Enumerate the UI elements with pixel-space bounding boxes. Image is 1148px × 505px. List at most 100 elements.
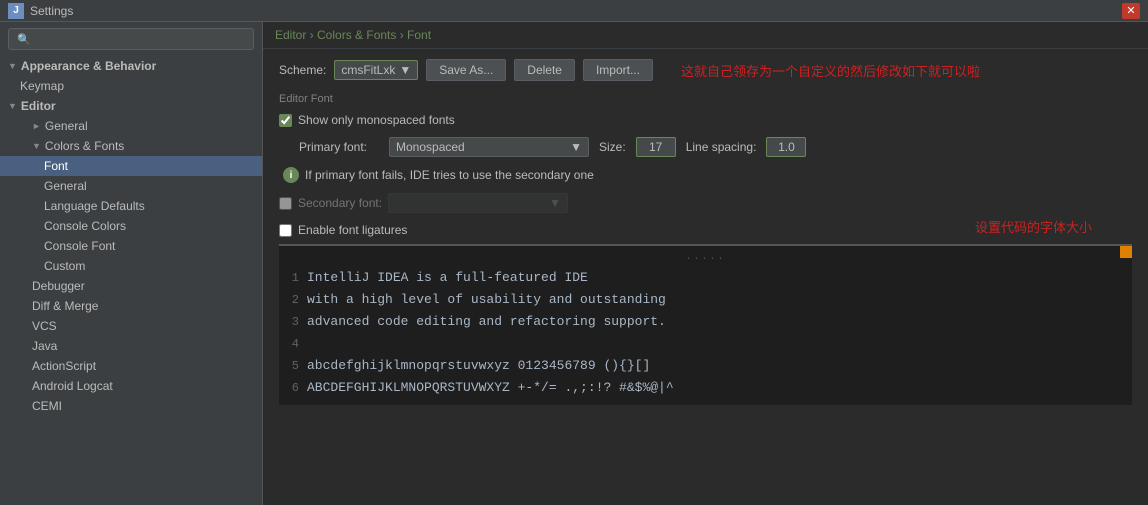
preview-line: 2with a high level of usability and outs…	[279, 289, 1132, 311]
sidebar-label-vcs: VCS	[32, 319, 57, 333]
sidebar-item-diff-merge[interactable]: Diff & Merge	[0, 296, 262, 316]
settings-body: Scheme: cmsFitLxk ▼ Save As... Delete Im…	[263, 49, 1148, 505]
line-code: IntelliJ IDEA is a full-featured IDE	[307, 267, 588, 289]
sidebar-item-colors-fonts[interactable]: ▼ Colors & Fonts	[0, 136, 262, 156]
sidebar-item-vcs[interactable]: VCS	[0, 316, 262, 336]
app-icon: J	[8, 3, 24, 19]
line-number: 1	[279, 267, 307, 289]
sidebar-label-keymap: Keymap	[20, 79, 64, 93]
sidebar-item-debugger[interactable]: Debugger	[0, 276, 262, 296]
show-monospaced-row: Show only monospaced fonts	[279, 113, 1132, 127]
secondary-font-row: Secondary font: ▼	[279, 193, 1132, 213]
sidebar-label-colors-fonts: Colors & Fonts	[45, 139, 124, 153]
search-box[interactable]: 🔍	[8, 28, 254, 50]
sidebar-label-appearance-behavior: Appearance & Behavior	[21, 59, 156, 73]
sidebar-label-general: General	[45, 119, 88, 133]
line-code: ABCDEFGHIJKLMNOPQRSTUVWXYZ +-*/= .,;:!? …	[307, 377, 674, 399]
preview-line: 3advanced code editing and refactoring s…	[279, 311, 1132, 333]
sidebar-item-android-logcat[interactable]: Android Logcat	[0, 376, 262, 396]
import-button[interactable]: Import...	[583, 59, 653, 81]
scheme-label: Scheme:	[279, 63, 326, 77]
line-code: abcdefghijklmnopqrstuvwxyz 0123456789 ()…	[307, 355, 650, 377]
line-code: with a high level of usability and outst…	[307, 289, 666, 311]
sidebar-label-editor: Editor	[21, 99, 56, 113]
sidebar-item-cemi[interactable]: CEMI	[0, 396, 262, 416]
sidebar-item-console-colors[interactable]: Console Colors	[0, 216, 262, 236]
secondary-font-checkbox[interactable]	[279, 197, 292, 210]
main-container: 🔍 ▼ Appearance & BehaviorKeymap▼ Editor►…	[0, 22, 1148, 505]
editor-font-title: Editor Font	[279, 93, 1132, 105]
sidebar-item-editor[interactable]: ▼ Editor	[0, 96, 262, 116]
sidebar-item-general[interactable]: ► General	[0, 116, 262, 136]
annotation-note2: 设置代码的字体大小	[975, 220, 1092, 235]
sidebar-item-custom[interactable]: Custom	[0, 256, 262, 276]
ligatures-label[interactable]: Enable font ligatures	[298, 223, 407, 237]
scheme-row: Scheme: cmsFitLxk ▼ Save As... Delete Im…	[279, 59, 1132, 81]
sidebar-label-general2: General	[44, 179, 87, 193]
save-as-button[interactable]: Save As...	[426, 59, 506, 81]
show-monospaced-label[interactable]: Show only monospaced fonts	[298, 113, 455, 127]
line-number: 4	[279, 333, 307, 355]
tree-container: ▼ Appearance & BehaviorKeymap▼ Editor► G…	[0, 56, 262, 416]
info-text: If primary font fails, IDE tries to use …	[305, 168, 594, 182]
show-monospaced-checkbox[interactable]	[279, 114, 292, 127]
primary-font-select[interactable]: Monospaced ▼	[389, 137, 589, 157]
info-row: i If primary font fails, IDE tries to us…	[279, 167, 1132, 183]
sidebar-item-actionscript[interactable]: ActionScript	[0, 356, 262, 376]
sidebar-label-java: Java	[32, 339, 57, 353]
tree-arrow-colors-fonts: ▼	[32, 141, 41, 151]
preview-line: 1IntelliJ IDEA is a full-featured IDE	[279, 267, 1132, 289]
sidebar-item-general2[interactable]: General	[0, 176, 262, 196]
sidebar-label-diff-merge: Diff & Merge	[32, 299, 98, 313]
sidebar-label-custom: Custom	[44, 259, 85, 273]
sidebar-item-keymap[interactable]: Keymap	[0, 76, 262, 96]
sidebar-item-appearance-behavior[interactable]: ▼ Appearance & Behavior	[0, 56, 262, 76]
tree-arrow-general: ►	[32, 121, 41, 131]
preview-line: 5abcdefghijklmnopqrstuvwxyz 0123456789 (…	[279, 355, 1132, 377]
annotation-note1: 这就自己领存为一个自定义的然后修改如下就可以啦	[681, 61, 980, 80]
tree-arrow-editor: ▼	[8, 101, 17, 111]
preview-area: ····· 1IntelliJ IDEA is a full-featured …	[279, 244, 1132, 405]
preview-line: 6ABCDEFGHIJKLMNOPQRSTUVWXYZ +-*/= .,;:!?…	[279, 377, 1132, 399]
sidebar-item-font[interactable]: Font	[0, 156, 262, 176]
line-spacing-label: Line spacing:	[686, 140, 757, 154]
size-label: Size:	[599, 140, 626, 154]
size-input[interactable]	[636, 137, 676, 157]
scheme-select[interactable]: cmsFitLxk ▼	[334, 60, 418, 80]
sidebar-label-console-colors: Console Colors	[44, 219, 126, 233]
line-number: 6	[279, 377, 307, 399]
breadcrumb-text: Editor › Colors & Fonts › Font	[275, 28, 431, 42]
content-area: Editor › Colors & Fonts › Font Scheme: c…	[263, 22, 1148, 505]
sidebar-item-language-defaults[interactable]: Language Defaults	[0, 196, 262, 216]
secondary-font-select[interactable]: ▼	[388, 193, 568, 213]
info-icon: i	[283, 167, 299, 183]
sidebar-label-actionscript: ActionScript	[32, 359, 96, 373]
titlebar: J Settings ✕	[0, 0, 1148, 22]
font-row: Primary font: Monospaced ▼ Size: Line sp…	[279, 137, 1132, 157]
tree-arrow-appearance-behavior: ▼	[8, 61, 17, 71]
sidebar-label-language-defaults: Language Defaults	[44, 199, 145, 213]
sidebar-item-java[interactable]: Java	[0, 336, 262, 356]
ligatures-checkbox[interactable]	[279, 224, 292, 237]
secondary-font-arrow: ▼	[549, 196, 561, 210]
preview-lines: 1IntelliJ IDEA is a full-featured IDE2wi…	[279, 267, 1132, 399]
sidebar-label-console-font: Console Font	[44, 239, 115, 253]
line-number: 3	[279, 311, 307, 333]
delete-button[interactable]: Delete	[514, 59, 575, 81]
line-number: 5	[279, 355, 307, 377]
scheme-dropdown-arrow: ▼	[399, 63, 411, 77]
primary-font-label: Primary font:	[299, 140, 379, 154]
sidebar-label-font: Font	[44, 159, 68, 173]
close-button[interactable]: ✕	[1122, 3, 1140, 19]
scheme-value: cmsFitLxk	[341, 63, 395, 77]
breadcrumb: Editor › Colors & Fonts › Font	[263, 22, 1148, 49]
font-dropdown-arrow: ▼	[570, 140, 582, 154]
sidebar-item-console-font[interactable]: Console Font	[0, 236, 262, 256]
search-input[interactable]	[35, 32, 245, 46]
divider-dots: ·····	[279, 252, 1132, 267]
line-spacing-input[interactable]	[766, 137, 806, 157]
sidebar: 🔍 ▼ Appearance & BehaviorKeymap▼ Editor►…	[0, 22, 263, 505]
orange-marker	[1120, 246, 1132, 258]
sidebar-label-cemi: CEMI	[32, 399, 62, 413]
sidebar-label-debugger: Debugger	[32, 279, 85, 293]
